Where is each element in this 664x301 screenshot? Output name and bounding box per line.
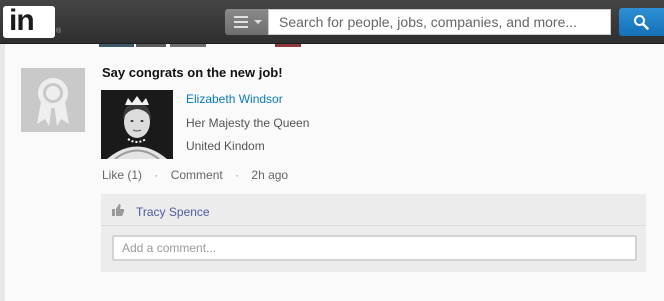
top-navigation-bar: in ® (0, 0, 664, 44)
timestamp: 2h ago (251, 168, 289, 182)
profile-photo[interactable] (101, 90, 173, 159)
thumbs-up-icon (112, 204, 125, 216)
comment-input[interactable] (112, 235, 637, 261)
liker-name-link[interactable]: Tracy Spence (136, 205, 210, 219)
profile-location: United Kindom (186, 139, 265, 153)
previous-item-strip (99, 44, 134, 47)
logo-text: in (9, 6, 35, 37)
update-actions-row: Like (1) · Comment · 2h ago (102, 168, 288, 182)
previous-item-strip (275, 44, 301, 47)
previous-item-strip (170, 44, 206, 47)
comment-link[interactable]: Comment (171, 168, 223, 182)
search-button[interactable] (619, 8, 664, 36)
profile-title: Her Majesty the Queen (186, 116, 310, 130)
search-category-menu-button[interactable] (225, 9, 268, 35)
logo-box: in (3, 6, 55, 38)
like-link[interactable]: Like (1) (102, 168, 142, 182)
chevron-down-icon (254, 20, 262, 24)
search-input[interactable] (268, 9, 611, 35)
separator: · (154, 168, 159, 182)
divider (101, 225, 646, 226)
registered-mark: ® (56, 28, 62, 35)
profile-name-link[interactable]: Elizabeth Windsor (186, 92, 283, 106)
hamburger-menu-icon (234, 16, 248, 31)
previous-item-strip (136, 44, 166, 47)
update-headline: Say congrats on the new job! (102, 65, 283, 80)
award-badge-icon (21, 68, 85, 132)
social-activity-box: Tracy Spence (101, 194, 646, 272)
linkedin-logo[interactable]: in ® (3, 6, 61, 38)
separator: · (235, 168, 240, 182)
search-icon (634, 15, 649, 30)
